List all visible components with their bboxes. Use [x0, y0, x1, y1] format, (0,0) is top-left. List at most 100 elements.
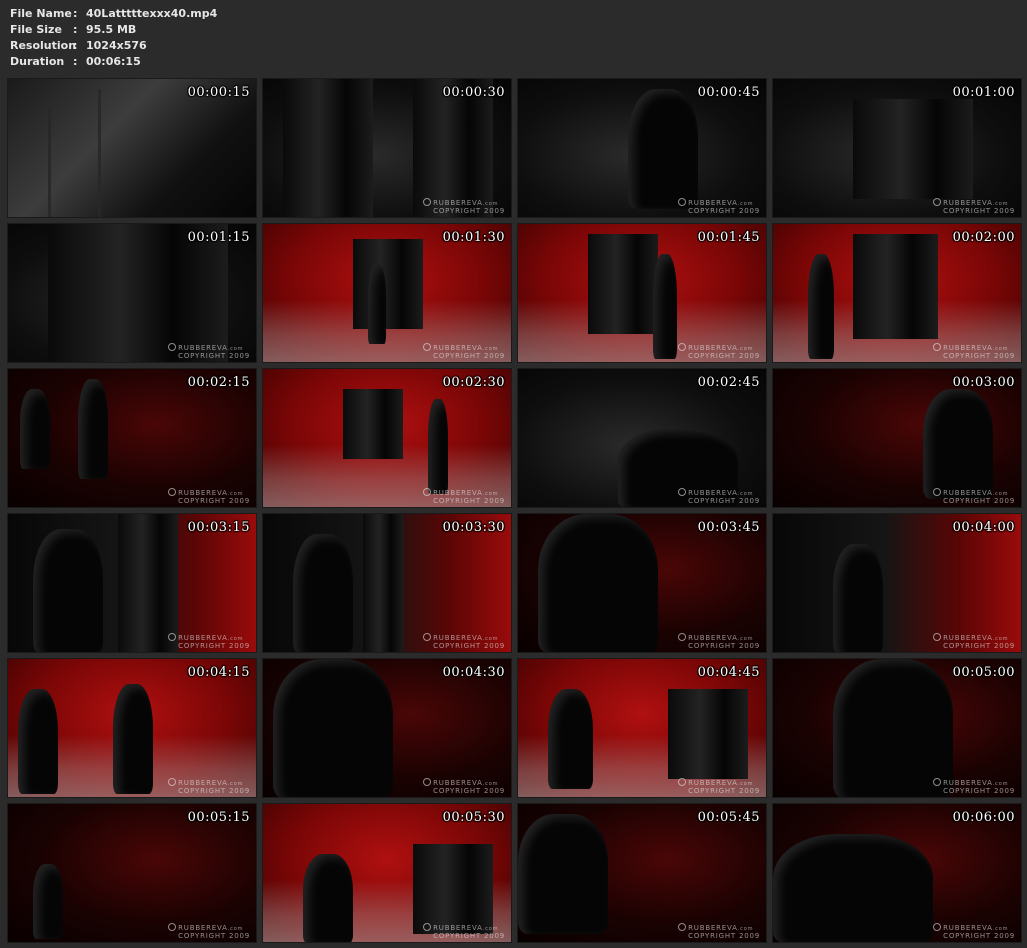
thumbnail[interactable]: 00:05:15 RUBBEREVA.com COPYRIGHT 2009: [7, 803, 257, 943]
bar-shape: [48, 109, 51, 217]
watermark: RUBBEREVA.com COPYRIGHT 2009: [168, 633, 250, 650]
watermark-logo-icon: [933, 633, 942, 641]
watermark-logo-icon: [168, 488, 177, 496]
thumbnail-timestamp: 00:01:00: [952, 85, 1015, 100]
drape-shape: [588, 234, 658, 334]
drape-shape: [853, 99, 973, 199]
watermark-copyright: COPYRIGHT 2009: [433, 932, 505, 940]
thumbnail[interactable]: 00:05:30 RUBBEREVA.com COPYRIGHT 2009: [262, 803, 512, 943]
watermark-logo-icon: [933, 343, 942, 351]
watermark: RUBBEREVA.com COPYRIGHT 2009: [678, 343, 760, 360]
thumbnail[interactable]: 00:03:00 RUBBEREVA.com COPYRIGHT 2009: [772, 368, 1022, 508]
figure-shape: [548, 689, 593, 789]
figure-shape: [20, 389, 50, 469]
watermark-brand: RUBBEREVA: [688, 924, 738, 932]
figure-shape: [33, 529, 103, 652]
watermark-copyright: COPYRIGHT 2009: [943, 207, 1015, 215]
watermark-brand: RUBBEREVA: [943, 924, 993, 932]
watermark-copyright: COPYRIGHT 2009: [433, 642, 505, 650]
figure-shape: [628, 89, 698, 209]
watermark: RUBBEREVA.com COPYRIGHT 2009: [168, 343, 250, 360]
watermark-brand: RUBBEREVA: [433, 199, 483, 207]
thumbnail[interactable]: 00:02:30 RUBBEREVA.com COPYRIGHT 2009: [262, 368, 512, 508]
thumbnail-timestamp: 00:06:00: [952, 810, 1015, 825]
watermark: RUBBEREVA.com COPYRIGHT 2009: [933, 488, 1015, 505]
watermark: RUBBEREVA.com COPYRIGHT 2009: [678, 198, 760, 215]
watermark: RUBBEREVA.com COPYRIGHT 2009: [933, 343, 1015, 360]
watermark: RUBBEREVA.com COPYRIGHT 2009: [678, 633, 760, 650]
thumbnail[interactable]: 00:05:45 RUBBEREVA.com COPYRIGHT 2009: [517, 803, 767, 943]
figure-shape: [808, 254, 834, 359]
figure-shape: [428, 399, 448, 494]
thumbnail[interactable]: 00:02:45 RUBBEREVA.com COPYRIGHT 2009: [517, 368, 767, 508]
figure-shape: [78, 379, 108, 479]
watermark-copyright: COPYRIGHT 2009: [943, 642, 1015, 650]
drape-shape: [353, 239, 423, 329]
file-size-row: File Size : 95.5 MB: [10, 22, 217, 38]
thumbnail[interactable]: 00:04:00 RUBBEREVA.com COPYRIGHT 2009: [772, 513, 1022, 653]
watermark-brand: RUBBEREVA: [178, 489, 228, 497]
thumbnail[interactable]: 00:04:30 RUBBEREVA.com COPYRIGHT 2009: [262, 658, 512, 798]
figure-shape: [538, 514, 658, 652]
watermark: RUBBEREVA.com COPYRIGHT 2009: [678, 923, 760, 940]
watermark-brand: RUBBEREVA: [433, 489, 483, 497]
thumbnail[interactable]: 00:00:15: [7, 78, 257, 218]
thumbnail-timestamp: 00:03:15: [187, 520, 250, 535]
drape-shape: [343, 389, 403, 459]
watermark-logo-icon: [678, 198, 687, 206]
thumbnail[interactable]: 00:01:00 RUBBEREVA.com COPYRIGHT 2009: [772, 78, 1022, 218]
duration-label: Duration: [10, 55, 65, 68]
watermark-copyright: COPYRIGHT 2009: [943, 352, 1015, 360]
watermark-copyright: COPYRIGHT 2009: [943, 497, 1015, 505]
figure-shape: [368, 264, 386, 344]
thumbnail-timestamp: 00:05:15: [187, 810, 250, 825]
thumbnail[interactable]: 00:00:30 RUBBEREVA.com COPYRIGHT 2009: [262, 78, 512, 218]
watermark: RUBBEREVA.com COPYRIGHT 2009: [678, 778, 760, 795]
thumbnail[interactable]: 00:06:00 RUBBEREVA.com COPYRIGHT 2009: [772, 803, 1022, 943]
watermark: RUBBEREVA.com COPYRIGHT 2009: [933, 923, 1015, 940]
thumbnail-timestamp: 00:02:00: [952, 230, 1015, 245]
watermark-brand: RUBBEREVA: [433, 634, 483, 642]
watermark-copyright: COPYRIGHT 2009: [688, 497, 760, 505]
watermark-brand: RUBBEREVA: [178, 634, 228, 642]
figure-shape: [833, 544, 883, 652]
watermark: RUBBEREVA.com COPYRIGHT 2009: [423, 198, 505, 215]
thumbnail[interactable]: 00:03:15 RUBBEREVA.com COPYRIGHT 2009: [7, 513, 257, 653]
thumbnail[interactable]: 00:01:30 RUBBEREVA.com COPYRIGHT 2009: [262, 223, 512, 363]
watermark: RUBBEREVA.com COPYRIGHT 2009: [423, 343, 505, 360]
watermark-brand: RUBBEREVA: [433, 924, 483, 932]
watermark: RUBBEREVA.com COPYRIGHT 2009: [423, 923, 505, 940]
thumbnail-timestamp: 00:04:15: [187, 665, 250, 680]
thumbnail[interactable]: 00:05:00 RUBBEREVA.com COPYRIGHT 2009: [772, 658, 1022, 798]
duration-value: 00:06:15: [86, 55, 141, 68]
thumbnail[interactable]: 00:02:15 RUBBEREVA.com COPYRIGHT 2009: [7, 368, 257, 508]
thumbnail[interactable]: 00:03:45 RUBBEREVA.com COPYRIGHT 2009: [517, 513, 767, 653]
thumbnail-timestamp: 00:01:30: [442, 230, 505, 245]
thumbnail[interactable]: 00:01:45 RUBBEREVA.com COPYRIGHT 2009: [517, 223, 767, 363]
watermark-logo-icon: [933, 778, 942, 786]
watermark-brand: RUBBEREVA: [688, 489, 738, 497]
thumbnail-grid: 00:00:15 00:00:30 RUBBEREVA.com COPYRIGHT 2…: [7, 78, 1022, 943]
thumbnail[interactable]: 00:01:15 RUBBEREVA.com COPYRIGHT 2009: [7, 223, 257, 363]
watermark: RUBBEREVA.com COPYRIGHT 2009: [933, 633, 1015, 650]
watermark-brand: RUBBEREVA: [943, 634, 993, 642]
drape-shape: [668, 689, 748, 779]
watermark-logo-icon: [678, 778, 687, 786]
thumbnail[interactable]: 00:03:30 RUBBEREVA.com COPYRIGHT 2009: [262, 513, 512, 653]
watermark-logo-icon: [423, 778, 432, 786]
thumbnail[interactable]: 00:04:45 RUBBEREVA.com COPYRIGHT 2009: [517, 658, 767, 798]
watermark-logo-icon: [933, 198, 942, 206]
watermark-copyright: COPYRIGHT 2009: [433, 497, 505, 505]
drape-shape: [363, 514, 403, 652]
figure-shape: [33, 864, 63, 939]
thumbnail-timestamp: 00:05:30: [442, 810, 505, 825]
thumbnail[interactable]: 00:04:15 RUBBEREVA.com COPYRIGHT 2009: [7, 658, 257, 798]
watermark-copyright: COPYRIGHT 2009: [433, 352, 505, 360]
thumbnail-timestamp: 00:01:45: [697, 230, 760, 245]
watermark-logo-icon: [168, 923, 177, 931]
thumbnail[interactable]: 00:02:00 RUBBEREVA.com COPYRIGHT 2009: [772, 223, 1022, 363]
watermark-logo-icon: [933, 488, 942, 496]
thumbnail[interactable]: 00:00:45 RUBBEREVA.com COPYRIGHT 2009: [517, 78, 767, 218]
watermark-brand: RUBBEREVA: [943, 489, 993, 497]
file-info-panel: File Name : 40Latttttexxx40.mp4 File Siz…: [10, 6, 217, 70]
